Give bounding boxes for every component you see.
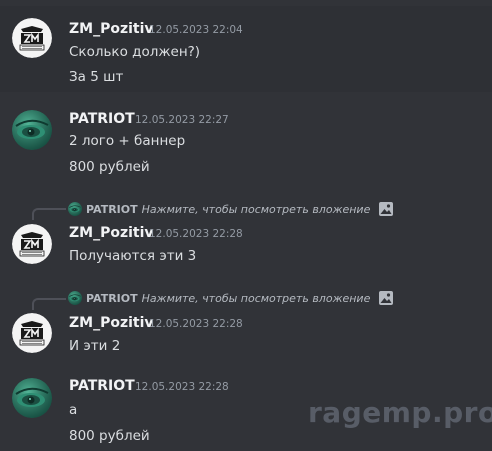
message-text: 2 лого + баннер [69,133,186,149]
message-text: 800 рублей [69,159,150,175]
message-text: 800 рублей [69,428,150,444]
reply-attachment-link[interactable]: Нажмите, чтобы посмотреть вложение [142,292,371,305]
message-author[interactable]: ZM_Pozitiv [69,225,154,241]
message-timestamp: 12.05.2023 22:27 [135,114,229,126]
message-timestamp: 12.05.2023 22:28 [149,228,243,240]
message-text: Получаются эти 3 [69,248,197,264]
avatar[interactable] [12,18,52,58]
chat-messages: ZM_Pozitiv 12.05.2023 22:04 Сколько долж… [0,0,492,451]
reply-preview[interactable]: PATRIOT Нажмите, чтобы посмотреть вложен… [68,289,394,307]
watermark: ragemp.pro [308,396,492,429]
message-text: Сколько должен?) [69,44,201,60]
avatar[interactable] [12,378,52,418]
image-icon[interactable] [378,201,394,217]
message-author[interactable]: PATRIOT [69,378,135,394]
reply-author[interactable]: PATRIOT [86,292,138,305]
reply-avatar [68,202,82,216]
avatar[interactable] [12,313,52,353]
reply-spine [32,208,66,220]
message-group: PATRIOT Нажмите, чтобы посмотреть вложен… [0,198,492,270]
message-author[interactable]: ZM_Pozitiv [69,21,154,37]
message-timestamp: 12.05.2023 22:28 [149,318,243,330]
message-group: PATRIOT 12.05.2023 22:27 2 лого + баннер… [0,104,492,186]
avatar[interactable] [12,110,52,150]
reply-avatar [68,291,82,305]
message-text: И эти 2 [69,338,121,354]
reply-preview[interactable]: PATRIOT Нажмите, чтобы посмотреть вложен… [68,200,394,218]
message-author[interactable]: ZM_Pozitiv [69,315,154,331]
image-icon[interactable] [378,290,394,306]
message-text: а [69,402,78,418]
message-text: За 5 шт [69,69,124,85]
reply-spine [32,298,66,310]
message-group: PATRIOT Нажмите, чтобы посмотреть вложен… [0,288,492,360]
message-group: ZM_Pozitiv 12.05.2023 22:04 Сколько долж… [0,6,492,92]
reply-author[interactable]: PATRIOT [86,203,138,216]
avatar[interactable] [12,224,52,264]
message-author[interactable]: PATRIOT [69,111,135,127]
message-timestamp: 12.05.2023 22:28 [135,381,229,393]
message-timestamp: 12.05.2023 22:04 [149,24,243,36]
reply-attachment-link[interactable]: Нажмите, чтобы посмотреть вложение [142,203,371,216]
